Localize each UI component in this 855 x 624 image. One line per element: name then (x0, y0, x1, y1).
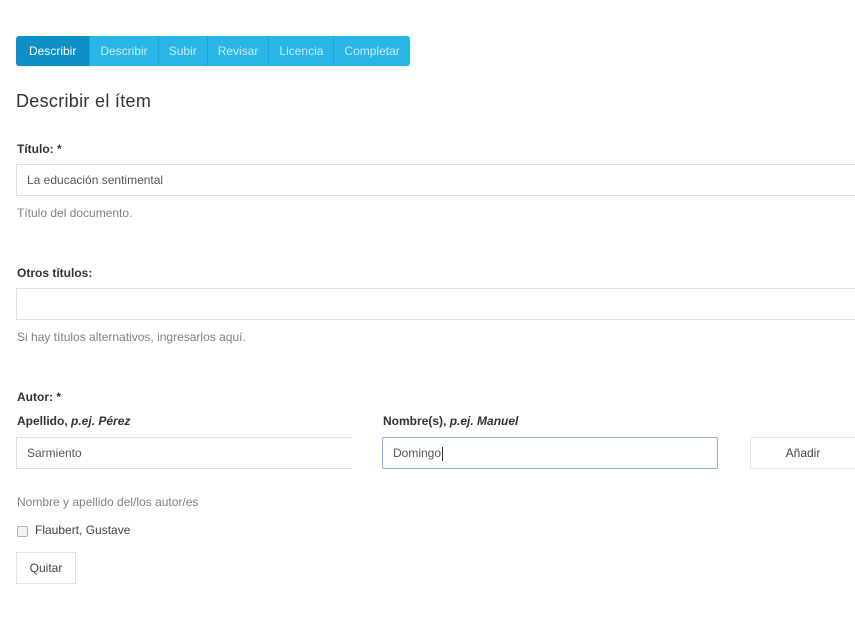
text-cursor (442, 446, 444, 461)
page-title: Describir el ítem (16, 91, 152, 111)
title-input[interactable]: La educación sentimental (16, 164, 855, 196)
step-licencia[interactable]: Licencia (268, 36, 334, 66)
author-entry-checkbox[interactable] (17, 526, 28, 537)
lastname-label: Apellido, p.ej. Pérez (17, 414, 130, 428)
lastname-example: p.ej. Pérez (71, 414, 131, 428)
add-author-button[interactable]: Añadir (750, 437, 855, 469)
step-describir-2[interactable]: Describir (89, 36, 158, 66)
firstname-example: p.ej. Manuel (449, 414, 519, 428)
author-label: Autor: * (17, 390, 61, 404)
title-hint: Título del documento. (17, 206, 133, 220)
step-completar[interactable]: Completar (333, 36, 410, 66)
author-hint: Nombre y apellido del/los autor/es (17, 495, 199, 509)
step-revisar[interactable]: Revisar (206, 36, 269, 66)
firstname-input-value: Domingo (393, 446, 442, 460)
firstname-label-text: Nombre(s), (383, 414, 447, 428)
step-describir-1[interactable]: Describir (16, 36, 90, 66)
author-entry-label: Flaubert, Gustave (35, 523, 131, 537)
lastname-label-text: Apellido, (17, 414, 68, 428)
progress-steps: Describir Describir Subir Revisar Licenc… (16, 36, 410, 66)
firstname-input[interactable]: Domingo (382, 437, 718, 469)
other-titles-hint: Si hay títulos alternativos, ingresarlos… (17, 330, 246, 344)
title-input-value: La educación sentimental (27, 173, 164, 187)
step-subir[interactable]: Subir (157, 36, 207, 66)
other-titles-input[interactable] (16, 288, 855, 320)
lastname-input[interactable]: Sarmiento (16, 437, 352, 469)
other-titles-label: Otros títulos: (17, 266, 93, 280)
remove-author-button[interactable]: Quitar (16, 552, 76, 584)
lastname-input-value: Sarmiento (27, 446, 82, 460)
title-label: Título: * (17, 142, 62, 156)
firstname-label: Nombre(s), p.ej. Manuel (383, 414, 518, 428)
